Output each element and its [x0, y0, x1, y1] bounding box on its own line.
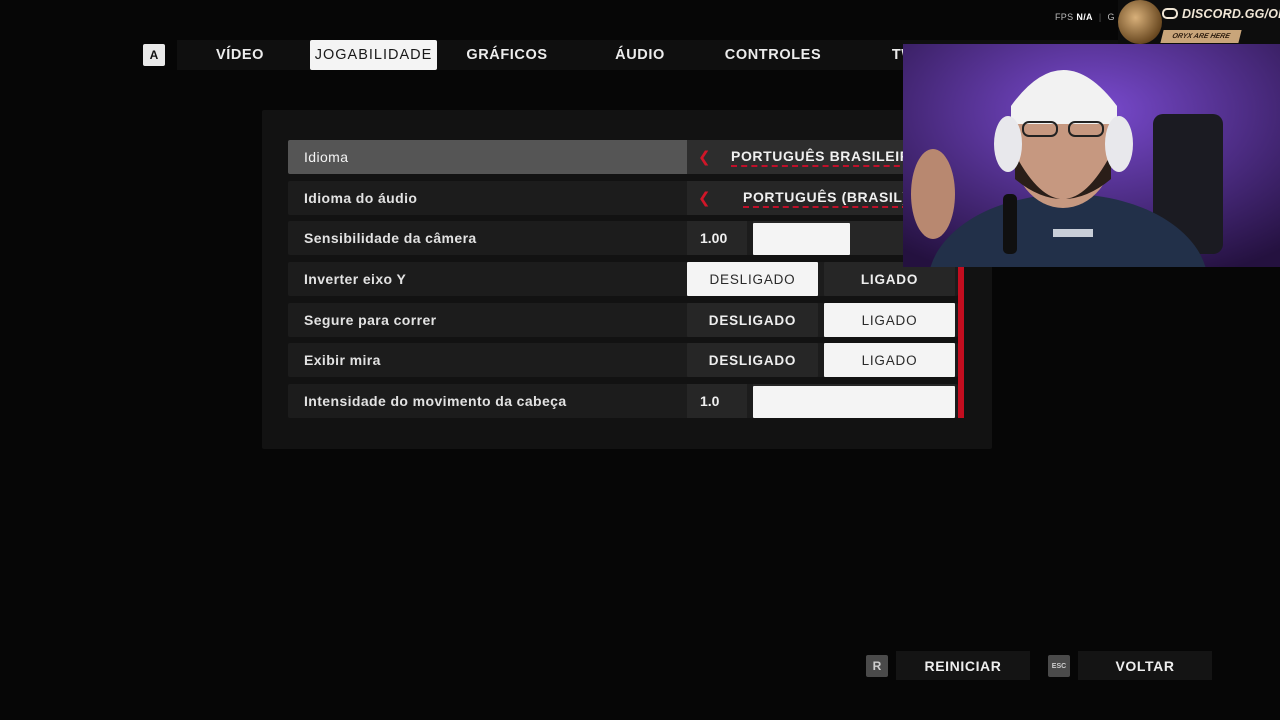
chevron-left-icon[interactable]: ❮ — [698, 181, 711, 215]
invert-y-off-button[interactable]: DESLIGADO — [687, 262, 818, 296]
crosshair-off-button[interactable]: DESLIGADO — [687, 343, 818, 377]
fps-readout: FPS N/A | G — [1055, 12, 1115, 22]
scroll-indicator — [958, 266, 964, 418]
setting-row-camera-sensitivity[interactable]: Sensibilidade da câmera 1.00 — [288, 221, 958, 255]
discord-link-text: DISCORD.GG/ORYX — [1162, 7, 1280, 21]
fps-label: FPS — [1055, 12, 1074, 22]
tab-audio[interactable]: ÁUDIO — [577, 40, 703, 70]
invert-y-on-button[interactable]: LIGADO — [824, 262, 955, 296]
setting-label-invert-y: Inverter eixo Y — [304, 271, 407, 287]
reset-button[interactable]: REINICIAR — [896, 651, 1030, 680]
tab-graficos[interactable]: GRÁFICOS — [444, 40, 570, 70]
setting-row-hold-to-run: Segure para correr DESLIGADO LIGADO — [288, 303, 958, 337]
camera-sensitivity-value: 1.00 — [687, 221, 747, 255]
gameplay-settings-panel: Idioma ❮ PORTUGUÊS BRASILEIR Idioma do á… — [262, 110, 992, 449]
setting-label-show-crosshair: Exibir mira — [304, 352, 381, 368]
prev-tab-key-hint: A — [143, 44, 165, 66]
chevron-left-icon[interactable]: ❮ — [698, 140, 711, 174]
reset-key-hint: R — [866, 655, 888, 677]
crosshair-on-button[interactable]: LIGADO — [824, 343, 955, 377]
setting-label-hold-to-run: Segure para correr — [304, 312, 437, 328]
back-button[interactable]: VOLTAR — [1078, 651, 1212, 680]
oryx-logo-icon — [1118, 0, 1162, 44]
setting-label-language: Idioma — [304, 149, 349, 165]
webcam-overlay — [903, 44, 1280, 267]
setting-row-invert-y: Inverter eixo Y DESLIGADO LIGADO — [288, 262, 958, 296]
setting-label-camera-sensitivity: Sensibilidade da câmera — [304, 230, 477, 246]
head-bob-value: 1.0 — [687, 384, 747, 418]
brand-tagline: ORYX ARE HERE — [1160, 30, 1242, 43]
audio-language-value: PORTUGUÊS (BRASIL) — [743, 181, 908, 215]
setting-label-audio-language: Idioma do áudio — [304, 190, 418, 206]
back-key-hint: ESC — [1048, 655, 1070, 677]
tab-controles[interactable]: CONTROLES — [710, 40, 836, 70]
head-bob-slider[interactable] — [753, 386, 955, 418]
hold-to-run-on-button[interactable]: LIGADO — [824, 303, 955, 337]
setting-row-show-crosshair: Exibir mira DESLIGADO LIGADO — [288, 343, 958, 377]
discord-icon — [1162, 8, 1178, 19]
fps-value: N/A — [1076, 12, 1093, 22]
camera-sensitivity-slider[interactable] — [753, 223, 850, 255]
stream-brand-badge: DISCORD.GG/ORYX ORYX ARE HERE — [1118, 0, 1280, 44]
tab-video[interactable]: VÍDEO — [177, 40, 303, 70]
setting-row-audio-language[interactable]: Idioma do áudio ❮ PORTUGUÊS (BRASIL) — [288, 181, 958, 215]
setting-label-head-bob: Intensidade do movimento da cabeça — [304, 393, 567, 409]
hold-to-run-off-button[interactable]: DESLIGADO — [687, 303, 818, 337]
tab-jogabilidade[interactable]: JOGABILIDADE — [310, 40, 437, 70]
streamer-webcam-image — [903, 44, 1280, 267]
setting-row-language[interactable]: Idioma ❮ PORTUGUÊS BRASILEIR — [288, 140, 958, 174]
language-value: PORTUGUÊS BRASILEIR — [731, 140, 911, 174]
fps-extra: G — [1107, 12, 1115, 22]
setting-row-head-bob[interactable]: Intensidade do movimento da cabeça 1.0 — [288, 384, 958, 418]
